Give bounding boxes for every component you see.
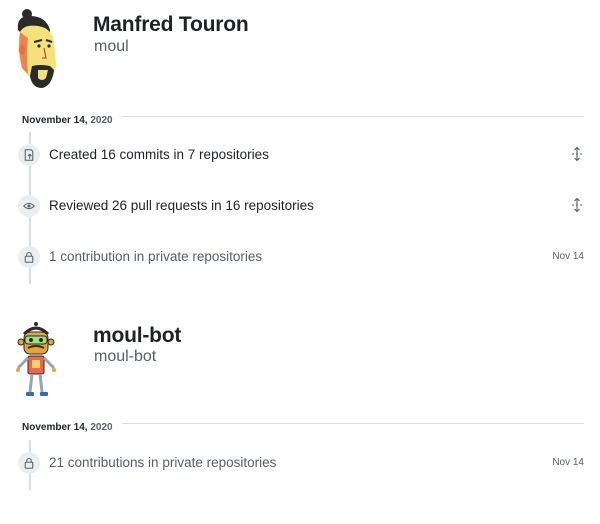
profile-login[interactable]: moul <box>94 38 129 56</box>
avatar[interactable] <box>10 320 62 402</box>
activity-text[interactable]: Created 16 commits in 7 repositories <box>49 147 269 162</box>
date-month-day: November 14, <box>22 422 88 433</box>
eye-icon <box>18 195 40 217</box>
activity-text[interactable]: Reviewed 26 pull requests in 16 reposito… <box>49 198 314 213</box>
date-header: November 14, 2020 <box>22 110 584 126</box>
activity-text: 21 contributions in private repositories <box>49 455 277 470</box>
profile-login[interactable]: moul-bot <box>94 348 156 366</box>
repo-push-icon <box>18 144 40 166</box>
date-header: November 14, 2020 <box>22 417 584 433</box>
activity-text: 1 contribution in private repositories <box>49 249 263 264</box>
profile-name[interactable]: moul-bot <box>93 324 181 348</box>
activity-item-private: 21 contributions in private repositories… <box>18 452 584 474</box>
activity-date: Nov 14 <box>552 457 584 468</box>
divider <box>122 116 584 117</box>
avatar[interactable] <box>10 8 62 90</box>
lock-icon <box>18 452 40 474</box>
date-month-day: November 14, <box>22 115 88 126</box>
date-year: 2020 <box>90 422 113 433</box>
unfold-icon[interactable] <box>570 146 584 162</box>
activity-date: Nov 14 <box>552 251 584 262</box>
activity-item-commits: Created 16 commits in 7 repositories <box>18 144 584 166</box>
divider <box>122 423 584 424</box>
unfold-icon[interactable] <box>570 197 584 213</box>
activity-item-reviews: Reviewed 26 pull requests in 16 reposito… <box>18 195 584 217</box>
profile-name[interactable]: Manfred Touron <box>93 13 249 37</box>
date-year: 2020 <box>90 115 113 126</box>
lock-icon <box>18 246 40 268</box>
activity-item-private: 1 contribution in private repositories N… <box>18 246 584 268</box>
